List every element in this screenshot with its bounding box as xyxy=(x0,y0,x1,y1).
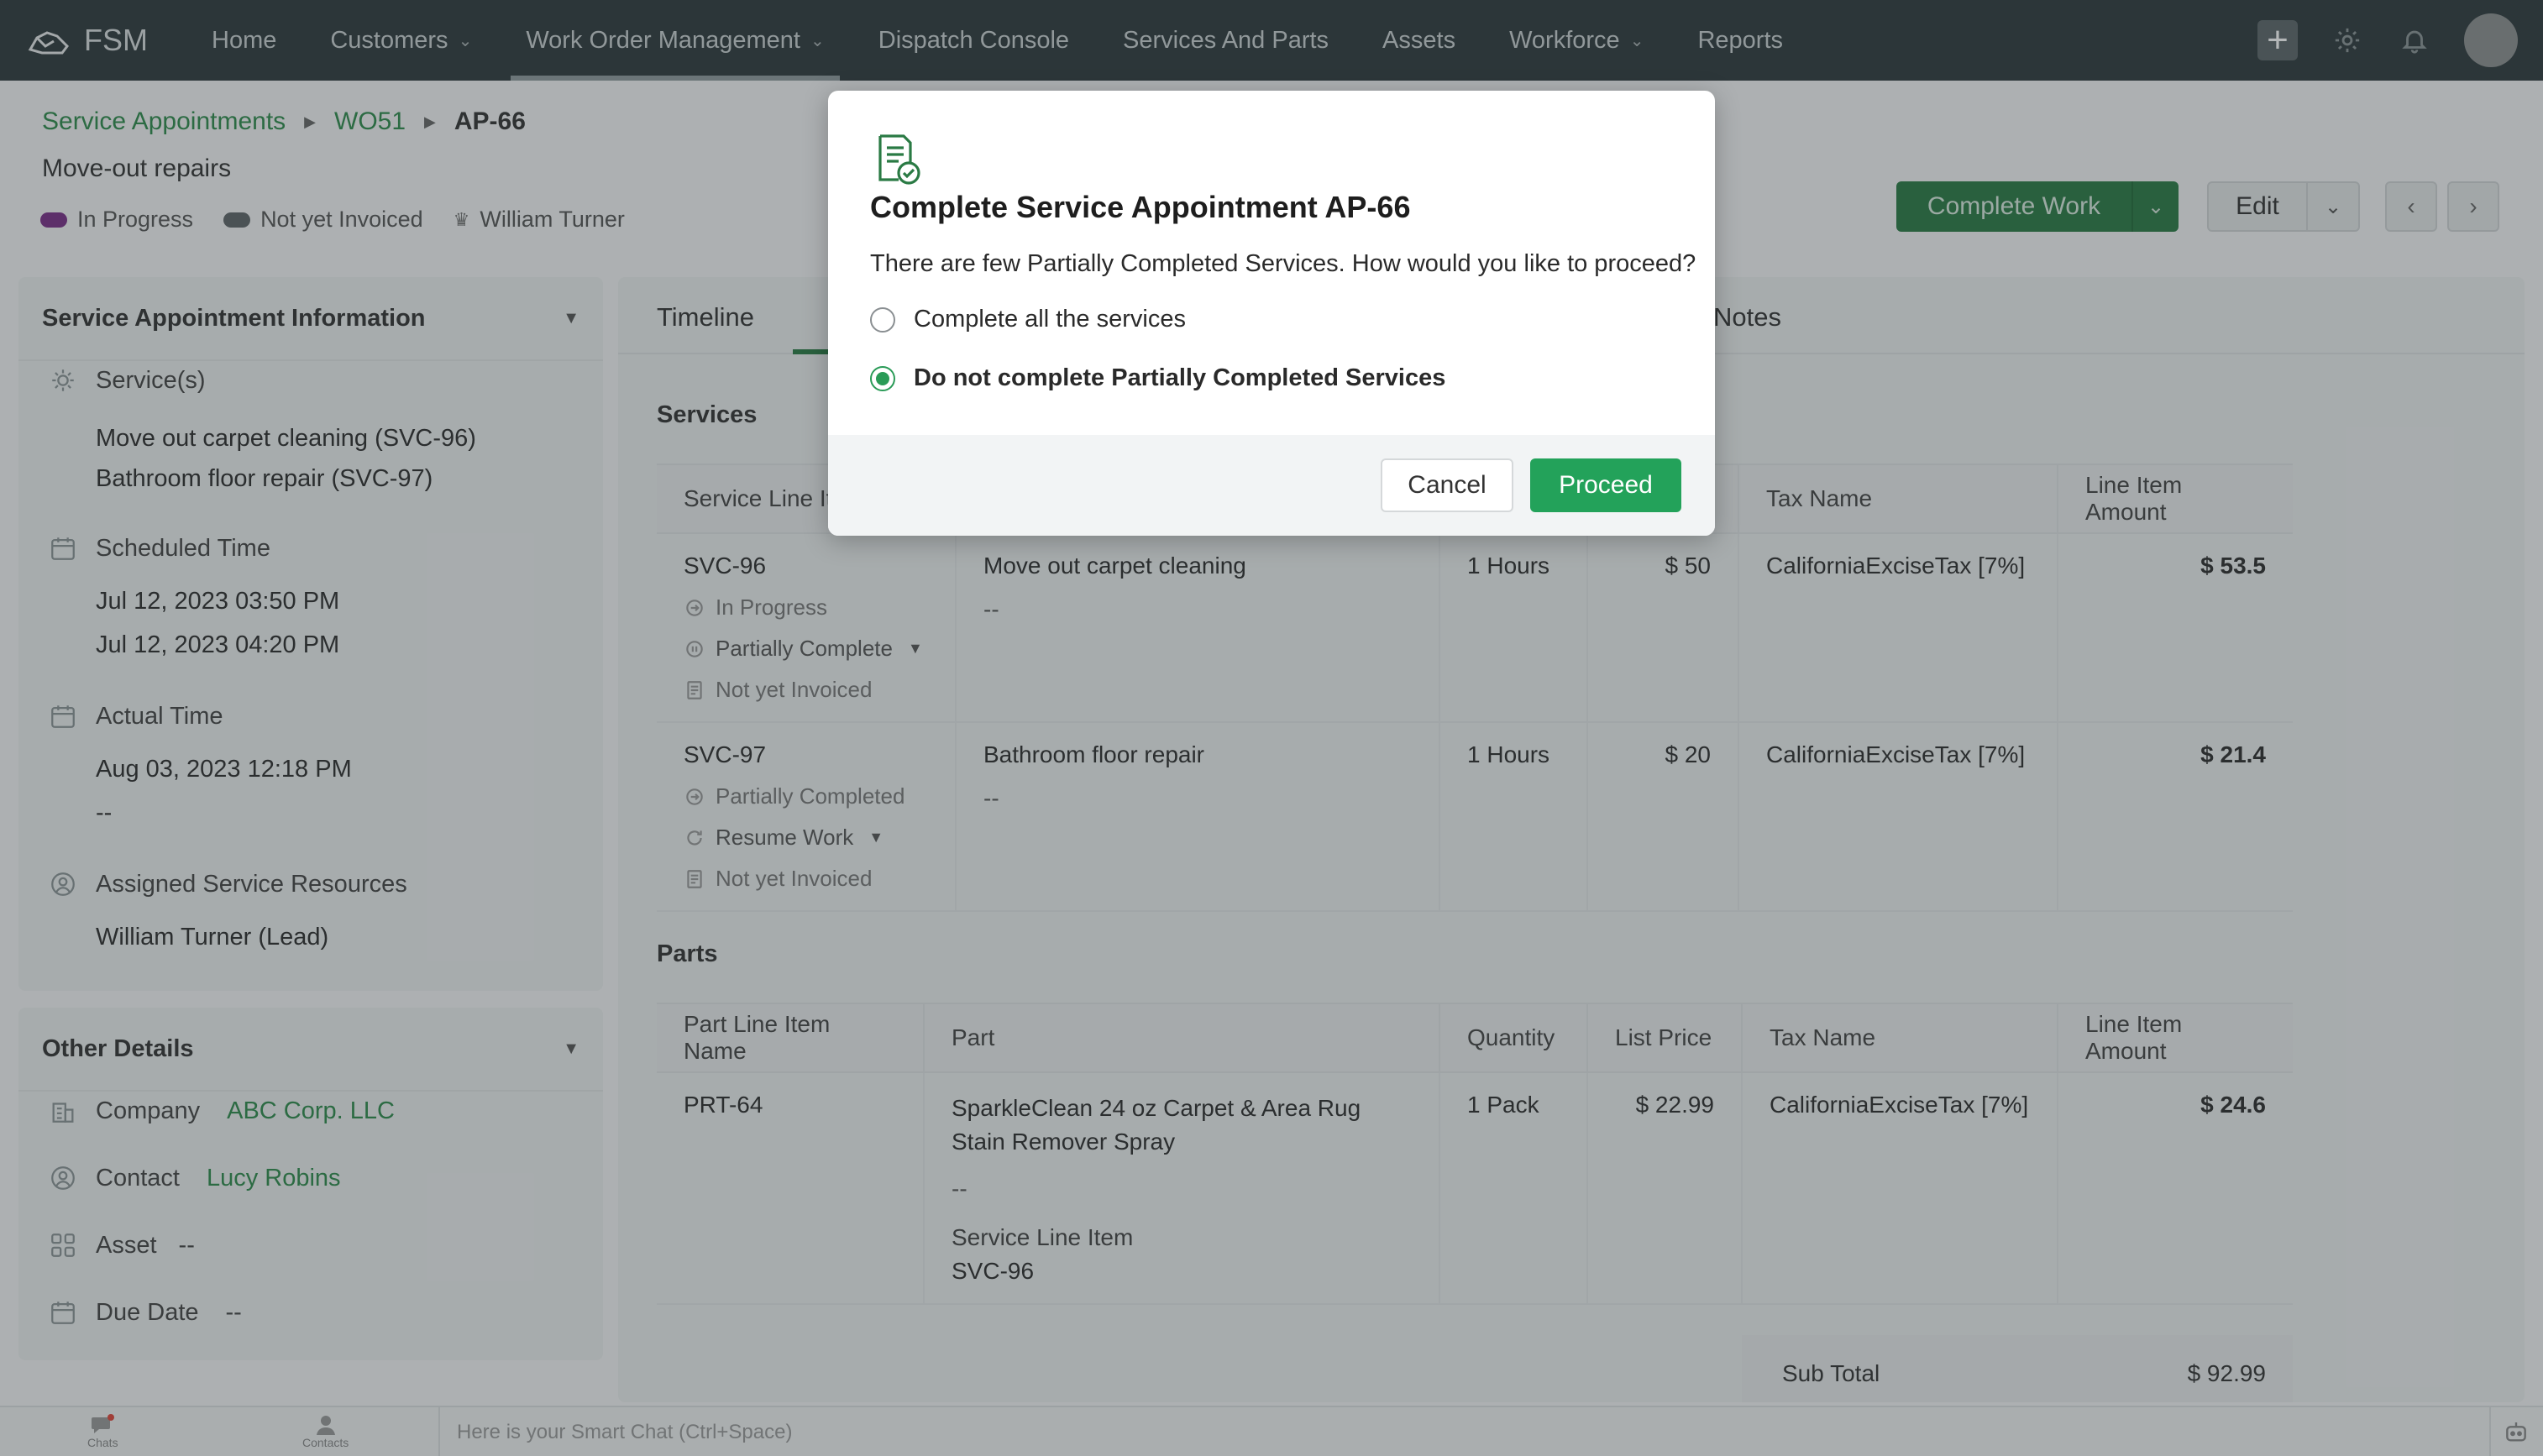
dialog-footer: Cancel Proceed xyxy=(828,435,1715,536)
complete-appointment-dialog: Complete Service Appointment AP-66 There… xyxy=(828,91,1715,536)
option-complete-all[interactable]: Complete all the services xyxy=(870,306,1186,333)
cancel-button[interactable]: Cancel xyxy=(1381,458,1513,512)
document-check-icon xyxy=(878,134,920,185)
option-label: Complete all the services xyxy=(914,306,1186,333)
dialog-title: Complete Service Appointment AP-66 xyxy=(870,190,1411,224)
option-do-not-complete-partial[interactable]: Do not complete Partially Completed Serv… xyxy=(870,364,1445,392)
radio-button[interactable] xyxy=(870,306,895,333)
dialog-question: There are few Partially Completed Servic… xyxy=(870,250,1696,277)
radio-button-selected[interactable] xyxy=(870,365,895,391)
proceed-button[interactable]: Proceed xyxy=(1530,458,1681,512)
option-label: Do not complete Partially Completed Serv… xyxy=(914,364,1446,391)
